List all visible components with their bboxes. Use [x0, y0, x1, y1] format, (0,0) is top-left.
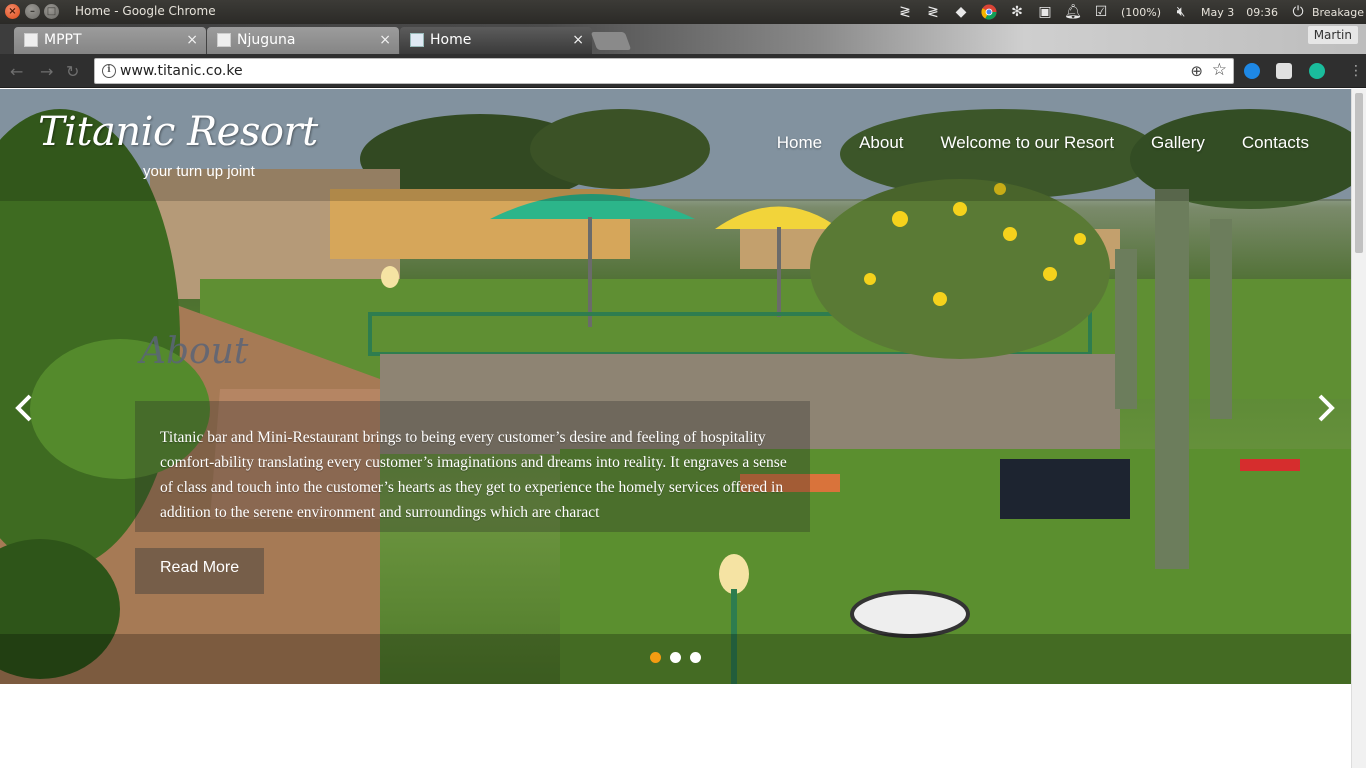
- system-tray: ≷ ≷ ◆ ✻ ▣ 🔔︎ ☑ (100%) 🔇︎ May 3 09:36 ⏻ B…: [891, 0, 1366, 24]
- carousel-prev-arrow-icon[interactable]: [14, 393, 34, 431]
- volume-muted-icon[interactable]: 🔇︎: [1170, 0, 1192, 24]
- window-maximize-button[interactable]: □: [44, 4, 59, 19]
- window-close-button[interactable]: ×: [5, 4, 20, 19]
- nav-contacts[interactable]: Contacts: [1242, 133, 1309, 153]
- battery-check-icon[interactable]: ☑: [1090, 0, 1112, 24]
- read-more-button[interactable]: Read More: [135, 548, 264, 594]
- url-text[interactable]: www.titanic.co.ke: [120, 63, 243, 79]
- settings-gear-icon[interactable]: ✻: [1006, 0, 1028, 24]
- zoom-icon[interactable]: ⊕: [1190, 62, 1203, 80]
- profile-button[interactable]: Martin: [1307, 26, 1358, 44]
- new-tab-button[interactable]: [590, 32, 632, 50]
- session-name[interactable]: Breakage: [1312, 6, 1364, 19]
- window-minimize-button[interactable]: –: [25, 4, 40, 19]
- tray-time[interactable]: 09:36: [1246, 6, 1278, 19]
- dropbox-icon[interactable]: ◆: [950, 0, 972, 24]
- battery-percent[interactable]: (100%): [1121, 6, 1161, 19]
- power-icon[interactable]: ⏻: [1287, 0, 1309, 24]
- screen-icon[interactable]: ▣: [1034, 0, 1056, 24]
- indicator-icon[interactable]: ≷: [922, 0, 944, 24]
- section-heading: About: [140, 331, 249, 372]
- tray-date[interactable]: May 3: [1201, 6, 1234, 19]
- page-viewport: Titanic Resort your turn up joint Home A…: [0, 89, 1366, 768]
- tab-mppt[interactable]: MPPT ×: [14, 27, 206, 54]
- tab-njuguna[interactable]: Njuguna ×: [207, 27, 399, 54]
- bookmark-star-icon[interactable]: ☆: [1212, 60, 1227, 80]
- tab-close-icon[interactable]: ×: [379, 27, 391, 53]
- page-icon: [217, 33, 231, 47]
- address-bar[interactable]: i www.titanic.co.ke ⊕ ☆: [94, 58, 1234, 84]
- main-navigation: Home About Welcome to our Resort Gallery…: [740, 133, 1309, 153]
- tab-label: Njuguna: [237, 32, 296, 48]
- site-favicon-icon: [410, 33, 424, 47]
- bell-icon[interactable]: 🔔︎: [1062, 0, 1084, 24]
- carousel-dot[interactable]: [670, 652, 681, 663]
- tab-close-icon[interactable]: ×: [186, 27, 198, 53]
- browser-toolbar: ← → ↻ i www.titanic.co.ke ⊕ ☆ ⋮: [0, 54, 1366, 88]
- tab-label: MPPT: [44, 32, 82, 48]
- vertical-scrollbar[interactable]: [1351, 89, 1366, 768]
- menu-icon[interactable]: ⋮: [1349, 63, 1363, 79]
- forward-button[interactable]: →: [40, 62, 53, 81]
- tab-label: Home: [430, 32, 472, 48]
- scrollbar-thumb[interactable]: [1355, 93, 1363, 253]
- page-icon: [24, 33, 38, 47]
- carousel-indicators: [650, 652, 710, 663]
- nav-about[interactable]: About: [859, 133, 903, 153]
- carousel-dot[interactable]: [690, 652, 701, 663]
- nav-welcome[interactable]: Welcome to our Resort: [941, 133, 1115, 153]
- indicator-icon[interactable]: ≷: [894, 0, 916, 24]
- extension-icon[interactable]: [1276, 63, 1292, 79]
- tab-home[interactable]: Home ×: [400, 27, 592, 54]
- extension-icon[interactable]: [1244, 63, 1260, 79]
- tab-close-icon[interactable]: ×: [572, 27, 584, 53]
- site-logo[interactable]: Titanic Resort: [38, 109, 318, 155]
- window-title-bar: × – □ Home - Google Chrome ≷ ≷ ◆ ✻ ▣ 🔔︎ …: [0, 0, 1366, 24]
- site-tagline: your turn up joint: [143, 163, 255, 180]
- carousel-dot[interactable]: [650, 652, 661, 663]
- extension-icon[interactable]: [1309, 63, 1325, 79]
- tab-strip: MPPT × Njuguna × Home × Martin: [0, 24, 1366, 54]
- window-title: Home - Google Chrome: [75, 4, 216, 18]
- site-info-icon[interactable]: i: [102, 64, 116, 78]
- about-paragraph: Titanic bar and Mini-Restaurant brings t…: [160, 429, 787, 521]
- back-button[interactable]: ←: [10, 62, 23, 81]
- hero-slider: Titanic Resort your turn up joint Home A…: [0, 89, 1351, 684]
- reload-button[interactable]: ↻: [66, 62, 79, 81]
- nav-gallery[interactable]: Gallery: [1151, 133, 1205, 153]
- chrome-icon[interactable]: [978, 0, 1000, 24]
- nav-home[interactable]: Home: [777, 133, 822, 153]
- carousel-next-arrow-icon[interactable]: [1316, 393, 1336, 431]
